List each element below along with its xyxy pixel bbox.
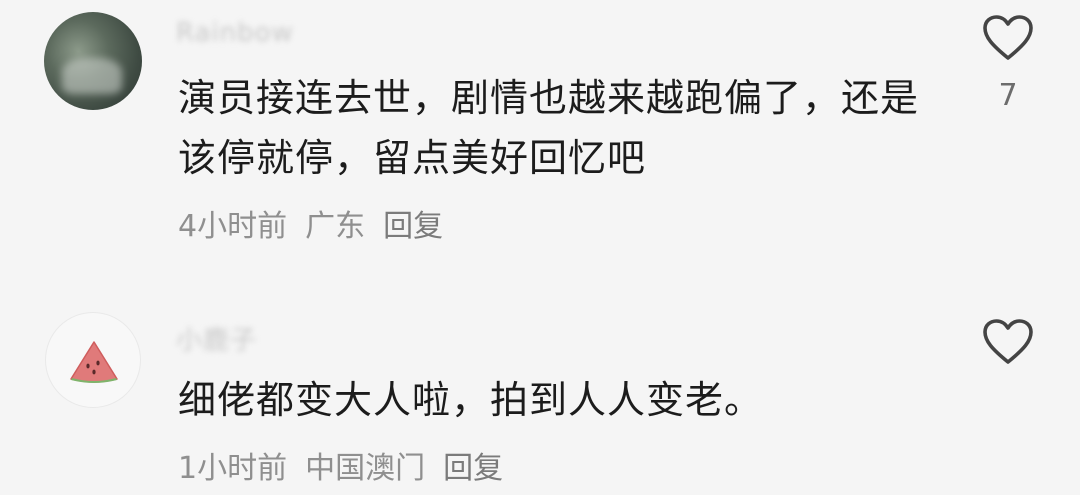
comment-text-line: 细佬都变大人啦，拍到人人变老。 — [178, 378, 764, 422]
reply-button[interactable]: 回复 — [443, 443, 503, 487]
comment-text: 演员接连去世，剧情也越来越跑偏了，还是 该停就停，留点美好回忆吧 — [178, 68, 948, 188]
comment-text-line: 演员接连去世，剧情也越来越跑偏了，还是 — [178, 76, 920, 120]
comment-text-line: 该停就停，留点美好回忆吧 — [178, 136, 647, 180]
comment-time: 1小时前 — [178, 451, 288, 486]
heart-outline-icon — [983, 319, 1033, 364]
reply-button[interactable]: 回复 — [383, 201, 443, 245]
comment-time: 4小时前 — [178, 209, 288, 244]
username[interactable]: Rainbow — [176, 18, 294, 48]
user-avatar[interactable] — [44, 12, 142, 110]
comment-meta: 4小时前 广东 回复 — [178, 201, 443, 245]
comment-item: Rainbow 演员接连去世，剧情也越来越跑偏了，还是 该停就停，留点美好回忆吧… — [0, 0, 1080, 270]
like-button[interactable] — [982, 318, 1034, 366]
like-count: 7 — [998, 78, 1018, 113]
like-button[interactable] — [982, 14, 1034, 62]
comment-location: 广东 — [305, 209, 366, 244]
comment-item: 小鹿子 细佬都变大人啦，拍到人人变老。 1小时前 中国澳门 回复 — [0, 300, 1080, 495]
user-avatar[interactable] — [45, 312, 141, 408]
watermelon-icon — [70, 341, 118, 383]
comment-meta: 1小时前 中国澳门 回复 — [178, 443, 503, 487]
comment-text: 细佬都变大人啦，拍到人人变老。 — [178, 370, 948, 430]
heart-outline-icon — [983, 15, 1033, 60]
comment-location: 中国澳门 — [305, 451, 426, 486]
username[interactable]: 小鹿子 — [176, 320, 257, 357]
